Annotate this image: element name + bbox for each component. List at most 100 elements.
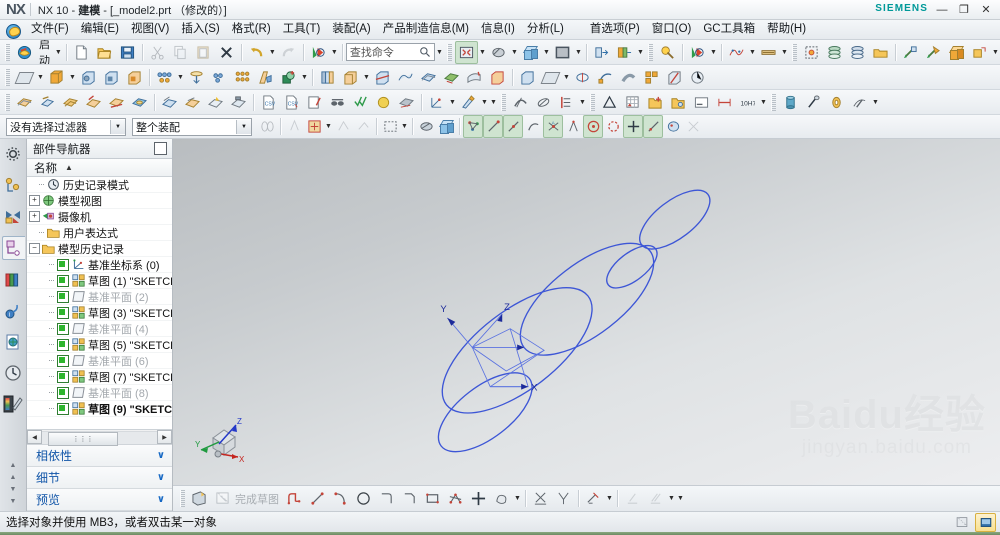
boolean-dropdown-caret[interactable]: ▼ (300, 67, 309, 88)
show-hide-dropdown-caret[interactable]: ▼ (636, 42, 645, 63)
overflow-caret[interactable]: ▼ (489, 92, 498, 113)
shaded-dropdown-caret[interactable]: ▼ (542, 42, 551, 63)
tree-horizontal-scrollbar[interactable]: ◀ ⋮⋮⋮ ▶ (27, 429, 172, 446)
refresh-display-icon[interactable] (307, 41, 330, 64)
part-navigator-tree[interactable]: 历史记录模式 + 模型视图 + 摄像机 用户表达式 − 模型历史记录 基准坐标系 (0) 草图 (… (27, 177, 172, 429)
polygon-icon[interactable] (444, 487, 467, 510)
assembly-constraint-icon[interactable] (899, 41, 922, 64)
analysis-dropdown-caret[interactable]: ▼ (578, 92, 587, 113)
viewport[interactable]: Y Z X Y Z X Baidu经验 jingyan.baidu.com (173, 139, 1000, 485)
history-icon[interactable] (2, 362, 24, 384)
chamfer-icon[interactable] (339, 66, 362, 89)
tree-checkbox[interactable] (57, 402, 69, 415)
extrude-dropdown-caret[interactable]: ▼ (68, 67, 77, 88)
select-body-icon[interactable] (353, 115, 373, 138)
tree-row[interactable]: + 模型视图 (27, 193, 172, 209)
selection-priority-icon[interactable] (257, 115, 277, 138)
quick-trim-icon[interactable] (529, 487, 552, 510)
toolbar-grip[interactable] (501, 93, 506, 111)
shaded-view-icon[interactable] (519, 41, 542, 64)
tree-row[interactable]: 历史记录模式 (27, 177, 172, 193)
dimension-dropdown-caret[interactable]: ▼ (780, 42, 789, 63)
assembly-component-icon[interactable] (945, 41, 968, 64)
menu-insert[interactable]: 插入(S) (175, 20, 225, 39)
tree-row[interactable]: 草图 (7) "SKETCH_( (27, 369, 172, 385)
redo-icon[interactable] (277, 41, 300, 64)
collapse-icon[interactable]: − (29, 243, 40, 254)
tree-checkbox[interactable] (57, 290, 69, 303)
select-general-icon[interactable] (284, 115, 304, 138)
section-dependencies[interactable]: 相依性 ∨ (27, 445, 172, 467)
start-icon[interactable] (13, 41, 36, 64)
mirror-feature-icon[interactable] (185, 66, 208, 89)
tube-icon[interactable] (617, 66, 640, 89)
show-hide-all-icon[interactable] (613, 41, 636, 64)
trim-body-icon[interactable] (371, 66, 394, 89)
highlight-hidden-icon[interactable] (416, 115, 436, 138)
sketch-icon[interactable] (13, 66, 36, 89)
sketch-dropdown-caret[interactable]: ▼ (36, 67, 45, 88)
snap-intersection-icon[interactable]: A (543, 115, 563, 138)
finish-sketch-label[interactable]: 完成草图 (235, 491, 279, 507)
gear-icon[interactable] (825, 91, 848, 114)
scroll-track[interactable]: ⋮⋮⋮ (42, 430, 157, 446)
shade-hidden-icon[interactable] (436, 115, 456, 138)
quick-extend-icon[interactable] (552, 487, 575, 510)
assembly-scope-combo[interactable]: 整个装配 ▼ (132, 117, 252, 136)
circle-icon[interactable] (352, 487, 375, 510)
tree-checkbox[interactable] (57, 322, 69, 335)
shell-icon[interactable] (100, 66, 123, 89)
expression-icon[interactable] (303, 91, 326, 114)
undo-dropdown-caret[interactable]: ▼ (268, 42, 277, 63)
toolbar-grip[interactable] (648, 43, 653, 61)
background-dropdown-caret[interactable]: ▼ (574, 42, 583, 63)
column-header-name[interactable]: 名称 ▲ (27, 159, 172, 177)
draft-icon[interactable] (254, 66, 277, 89)
menu-information[interactable]: 信息(I) (475, 20, 521, 39)
sew-icon[interactable] (394, 66, 417, 89)
deform-icon[interactable] (532, 91, 555, 114)
new-file-icon[interactable] (70, 41, 93, 64)
resource-settings-icon[interactable] (2, 143, 24, 165)
material-icon[interactable] (457, 91, 480, 114)
move-object-icon[interactable] (800, 41, 823, 64)
status-sketch-icon[interactable] (951, 513, 972, 532)
extrude-icon[interactable] (45, 66, 68, 89)
rectangle-icon[interactable] (421, 487, 444, 510)
geometric-constraint-icon[interactable] (582, 487, 605, 510)
curve-dropdown-caret[interactable]: ▼ (513, 488, 522, 509)
pattern-geometry-icon[interactable] (208, 66, 231, 89)
blend-dropdown-caret[interactable]: ▼ (362, 67, 371, 88)
studio-spline-icon[interactable] (490, 487, 513, 510)
chevron-down-icon[interactable]: ∨ (157, 472, 165, 483)
shell-face-icon[interactable] (204, 91, 227, 114)
paste-icon[interactable] (192, 41, 215, 64)
pattern-dropdown-caret[interactable]: ▼ (176, 67, 185, 88)
fit-view-icon[interactable] (455, 40, 478, 64)
undo-icon[interactable] (245, 41, 268, 64)
reuse-library-icon[interactable] (2, 269, 24, 291)
web-browser-icon[interactable] (2, 331, 24, 353)
scroll-up-icon[interactable]: ▲ (10, 462, 17, 469)
expand-icon[interactable]: + (29, 195, 40, 206)
fillet-icon[interactable] (375, 487, 398, 510)
note-icon[interactable] (690, 91, 713, 114)
chamfer-sketch-icon[interactable] (398, 487, 421, 510)
toolbar-grip[interactable] (180, 490, 185, 507)
assembly-explode-icon[interactable] (968, 41, 991, 64)
add-pmi-icon[interactable] (644, 91, 667, 114)
finish-sketch-icon[interactable] (211, 487, 234, 510)
menu-assembly[interactable]: 装配(A) (326, 20, 376, 39)
spring-icon[interactable] (802, 91, 825, 114)
move-face-icon[interactable] (13, 91, 36, 114)
chevron-down-icon[interactable]: ∨ (157, 450, 165, 461)
cylinder-primitive-icon[interactable] (779, 91, 802, 114)
parallel-constraint-icon[interactable] (644, 487, 667, 510)
tree-checkbox[interactable] (57, 370, 69, 383)
menu-preferences[interactable]: 首选项(P) (584, 20, 646, 39)
assembly-check-icon[interactable] (848, 91, 871, 114)
constraint-dropdown-caret[interactable]: ▼ (605, 488, 614, 509)
datum-dropdown-caret[interactable]: ▼ (562, 67, 571, 88)
part-navigator-icon[interactable] (1, 236, 25, 260)
tree-checkbox[interactable] (57, 354, 69, 367)
